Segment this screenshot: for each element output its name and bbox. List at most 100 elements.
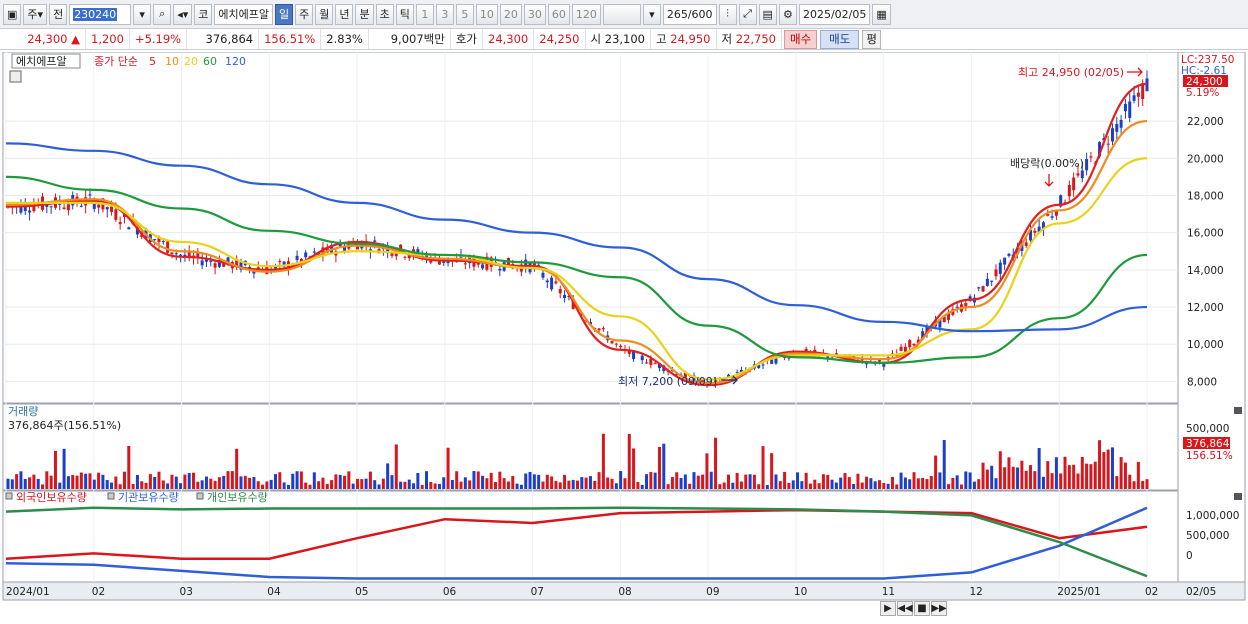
volume-bar xyxy=(97,472,101,489)
volume-bar xyxy=(666,484,670,489)
candle-body xyxy=(1110,128,1114,142)
candle-body xyxy=(1050,216,1054,218)
ma-20-label: 20 xyxy=(184,55,198,68)
volume-bar xyxy=(688,483,692,489)
candle-body xyxy=(174,253,178,255)
candle-body xyxy=(118,222,122,225)
candle-body xyxy=(442,261,446,263)
volume-bar xyxy=(916,478,920,489)
interval-10[interactable]: 10 xyxy=(475,3,498,25)
interval-5[interactable]: 5 xyxy=(455,3,474,25)
period-day[interactable]: 일 xyxy=(274,3,294,25)
amount-cell: 9,007백만 xyxy=(369,29,451,49)
volume-bar xyxy=(580,477,584,489)
volume-panel-close-icon[interactable] xyxy=(1234,407,1242,414)
volume-bar xyxy=(433,483,437,489)
volume-bar xyxy=(498,471,502,489)
bid-cell: 24,250 xyxy=(534,29,586,49)
period-month[interactable]: 월 xyxy=(315,3,334,25)
x-axis-label: 02/05 xyxy=(1186,586,1216,598)
candle-body xyxy=(645,362,649,364)
volume-bar xyxy=(338,474,342,489)
period-tick[interactable]: 틱 xyxy=(395,3,414,25)
candle-body xyxy=(256,267,260,269)
custom-interval-input[interactable] xyxy=(602,3,641,25)
change-cell: 1,200 xyxy=(86,29,130,49)
candle-body xyxy=(1003,257,1007,265)
candle-body xyxy=(1106,143,1110,145)
calendar-icon[interactable]: ▦ xyxy=(872,3,891,25)
volume-bar xyxy=(10,479,14,489)
speaker-icon[interactable]: ◂▾ xyxy=(173,3,193,25)
code-dropdown-icon[interactable]: ▾ xyxy=(133,3,152,25)
average-button[interactable]: 평 xyxy=(862,29,881,49)
volume-bar xyxy=(28,477,32,489)
date-input[interactable]: 2025/02/05 xyxy=(798,3,871,25)
type-select[interactable]: 전 xyxy=(49,3,68,25)
volume-bar xyxy=(882,482,886,489)
price-y-tick: 10,000 xyxy=(1187,339,1224,351)
volume-bar xyxy=(1089,464,1093,489)
price-panel[interactable] xyxy=(2,51,1179,404)
open-label: 시 xyxy=(590,32,602,46)
interval-30[interactable]: 30 xyxy=(523,3,546,25)
holdings-panel[interactable] xyxy=(2,490,1179,583)
volume-bar xyxy=(269,479,273,489)
volume-bar xyxy=(1110,447,1114,489)
period-week[interactable]: 주 xyxy=(295,3,314,25)
volume-bar xyxy=(752,474,756,489)
volume-bar xyxy=(41,484,45,489)
sell-button[interactable]: 매도 xyxy=(820,29,860,49)
interval-120[interactable]: 120 xyxy=(571,3,601,25)
volume-bar xyxy=(571,479,575,489)
market-select[interactable]: 주 ▾ xyxy=(23,3,48,25)
volume-bar xyxy=(718,484,722,489)
count-input[interactable]: 265/600 xyxy=(662,3,717,25)
period-minute[interactable]: 분 xyxy=(355,3,374,25)
rewind-icon[interactable]: ◀◀ xyxy=(897,601,913,616)
gear-icon[interactable]: ⚙ xyxy=(778,3,797,25)
volume-bar xyxy=(783,471,787,489)
volume-bar xyxy=(584,477,588,489)
custom-interval-dropdown-icon[interactable]: ▾ xyxy=(642,3,661,25)
volume-bar xyxy=(567,480,571,489)
interval-60[interactable]: 60 xyxy=(547,3,570,25)
volume-bar xyxy=(101,474,105,489)
volume-bar xyxy=(796,472,800,489)
stock-chart-svg[interactable]: 에치에프알 종가 단순 5 10 20 60 120 LC:237.50 HC:… xyxy=(0,51,1248,621)
period-year[interactable]: 년 xyxy=(335,3,354,25)
forward-icon[interactable]: ▶▶ xyxy=(931,601,947,616)
volume-bar xyxy=(424,471,428,489)
stock-code-input[interactable]: 230240 xyxy=(69,3,132,25)
interval-3[interactable]: 3 xyxy=(435,3,454,25)
draw-tool-icon[interactable]: ⤢ xyxy=(738,3,757,25)
chart-area[interactable]: 에치에프알 종가 단순 5 10 20 60 120 LC:237.50 HC:… xyxy=(0,51,1248,621)
search-icon[interactable]: ⌕ xyxy=(153,3,172,25)
volume-bar xyxy=(325,483,329,489)
volume-bar xyxy=(291,473,295,489)
period-second[interactable]: 초 xyxy=(375,3,394,25)
volume-bar xyxy=(286,484,290,489)
volume-bar xyxy=(623,478,627,489)
period-second-label: 초 xyxy=(379,8,390,21)
ask-cell: 24,300 xyxy=(483,29,535,49)
interval-20[interactable]: 20 xyxy=(499,3,522,25)
y-axis-panel xyxy=(1177,51,1246,583)
play-icon[interactable]: ▶ xyxy=(880,601,896,616)
volume-bar xyxy=(994,478,998,489)
volume-bar xyxy=(951,478,955,489)
volume-bar xyxy=(1145,479,1149,489)
grid-toggle-icon[interactable] xyxy=(9,70,22,83)
volume-bar xyxy=(131,483,135,489)
interval-1[interactable]: 1 xyxy=(415,3,434,25)
holdings-panel-close-icon[interactable] xyxy=(1234,493,1242,500)
volume-bar xyxy=(925,479,929,489)
buy-button[interactable]: 매수 xyxy=(784,29,818,49)
volume-bar xyxy=(1076,473,1080,489)
save-icon[interactable]: ▤ xyxy=(758,3,777,25)
volume-value: 376,864 xyxy=(205,32,254,46)
stock-name: 에치에프알 xyxy=(218,8,269,21)
candle-type-icon[interactable]: ⫶ xyxy=(718,3,737,25)
stop-icon[interactable]: ■ xyxy=(914,601,930,616)
window-icon[interactable]: ▣ xyxy=(3,3,22,25)
